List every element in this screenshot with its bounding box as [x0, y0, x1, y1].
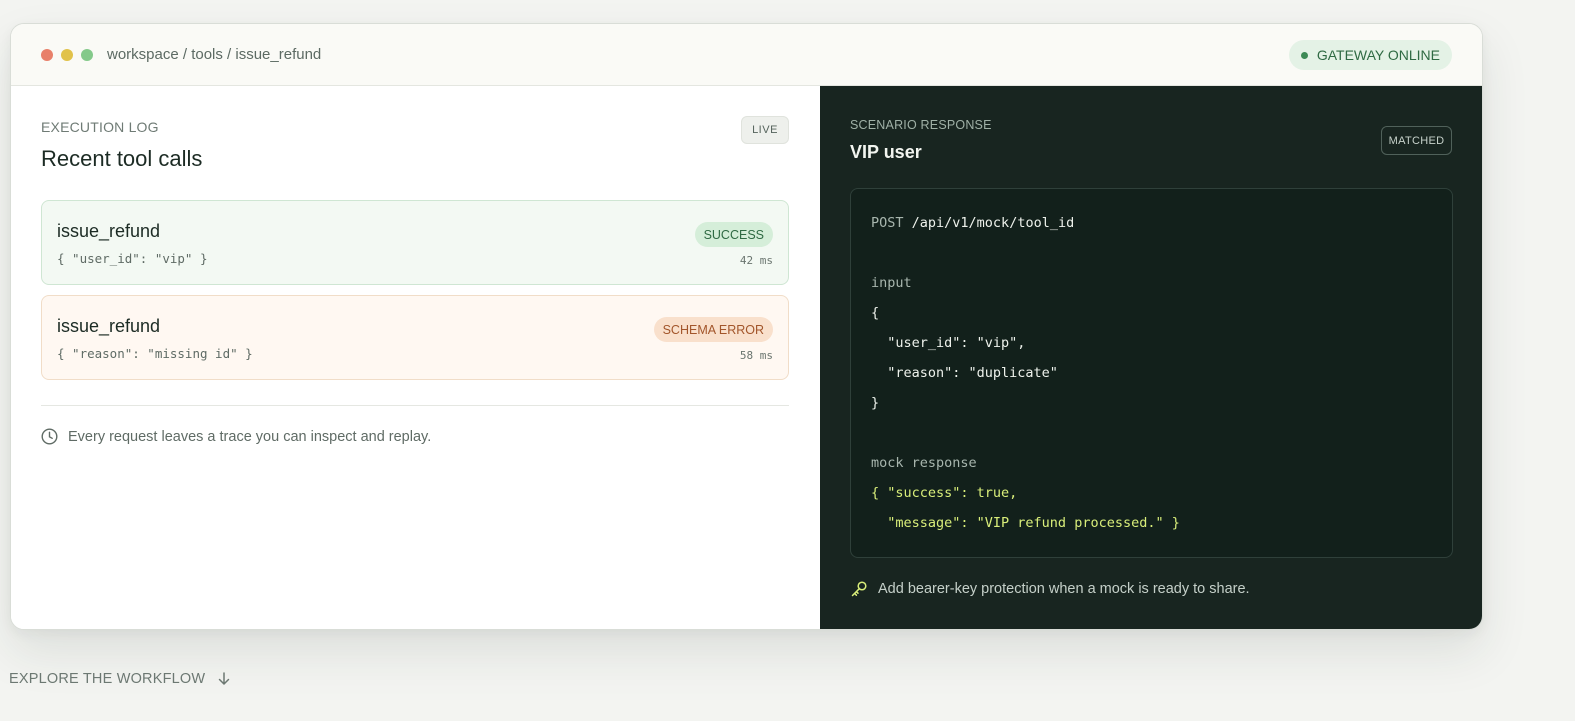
- minimize-window-dot[interactable]: [61, 48, 73, 61]
- maximize-window-dot[interactable]: [81, 48, 93, 61]
- request-line: POST /api/v1/mock/tool_id: [871, 215, 1074, 231]
- divider: [41, 405, 789, 406]
- scenario-title: VIP user: [850, 142, 922, 162]
- gateway-status-badge: GATEWAY ONLINE: [1288, 40, 1452, 70]
- bearer-key-note: Add bearer-key protection when a mock is…: [850, 580, 1250, 598]
- input-line: {: [871, 305, 880, 321]
- input-label: input: [871, 275, 912, 291]
- explore-workflow-label: EXPLORE THE WORKFLOW: [9, 671, 206, 687]
- matched-badge: MATCHED: [1381, 126, 1452, 155]
- tool-call-duration: 58 ms: [739, 349, 773, 362]
- status-dot-icon: [1300, 51, 1308, 59]
- tool-call-card[interactable]: issue_refund { "reason": "missing id" } …: [41, 295, 789, 380]
- execution-log-title: Recent tool calls: [41, 146, 203, 171]
- app-window: workspace / tools / issue_refund GATEWAY…: [10, 23, 1483, 630]
- arrow-down-icon: [219, 672, 230, 685]
- tool-call-card[interactable]: issue_refund { "user_id": "vip" } SUCCES…: [41, 200, 789, 285]
- tool-call-duration: 42 ms: [739, 254, 773, 267]
- response-label: mock response: [871, 455, 977, 471]
- key-icon: [851, 581, 867, 597]
- input-line: }: [871, 395, 880, 411]
- tool-call-args: { "user_id": "vip" }: [57, 251, 208, 266]
- gateway-status-label: GATEWAY ONLINE: [1316, 47, 1440, 63]
- tool-call-args: { "reason": "missing id" }: [57, 346, 253, 361]
- code-block: POST /api/v1/mock/tool_id input { "user_…: [850, 188, 1453, 558]
- live-badge: LIVE: [741, 116, 789, 144]
- success-status-badge: SUCCESS: [694, 222, 773, 247]
- scenario-eyebrow: SCENARIO RESPONSE: [850, 118, 992, 132]
- clock-icon: [41, 428, 58, 445]
- execution-log-eyebrow: EXECUTION LOG: [41, 119, 159, 135]
- execution-log-panel: EXECUTION LOG Recent tool calls LIVE iss…: [11, 86, 820, 629]
- scenario-response-panel: SCENARIO RESPONSE VIP user MATCHED POST …: [820, 86, 1482, 629]
- schema-error-status-badge: SCHEMA ERROR: [653, 317, 773, 342]
- title-bar: workspace / tools / issue_refund GATEWAY…: [11, 24, 1482, 86]
- close-window-dot[interactable]: [41, 48, 53, 61]
- response-line: "message": "VIP refund processed." }: [871, 515, 1180, 531]
- input-line: "user_id": "vip",: [871, 335, 1026, 351]
- tool-call-name: issue_refund: [57, 316, 161, 336]
- bearer-key-note-text: Add bearer-key protection when a mock is…: [878, 581, 1250, 597]
- request-method: POST: [871, 215, 904, 231]
- trace-note: Every request leaves a trace you can ins…: [41, 428, 431, 445]
- tool-call-name: issue_refund: [57, 221, 161, 241]
- input-line: "reason": "duplicate": [871, 365, 1058, 381]
- explore-workflow-link[interactable]: EXPLORE THE WORKFLOW: [9, 671, 231, 687]
- trace-note-text: Every request leaves a trace you can ins…: [68, 428, 432, 445]
- response-line: { "success": true,: [871, 485, 1018, 501]
- request-path: /api/v1/mock/tool_id: [911, 215, 1075, 231]
- breadcrumb: workspace / tools / issue_refund: [107, 46, 322, 63]
